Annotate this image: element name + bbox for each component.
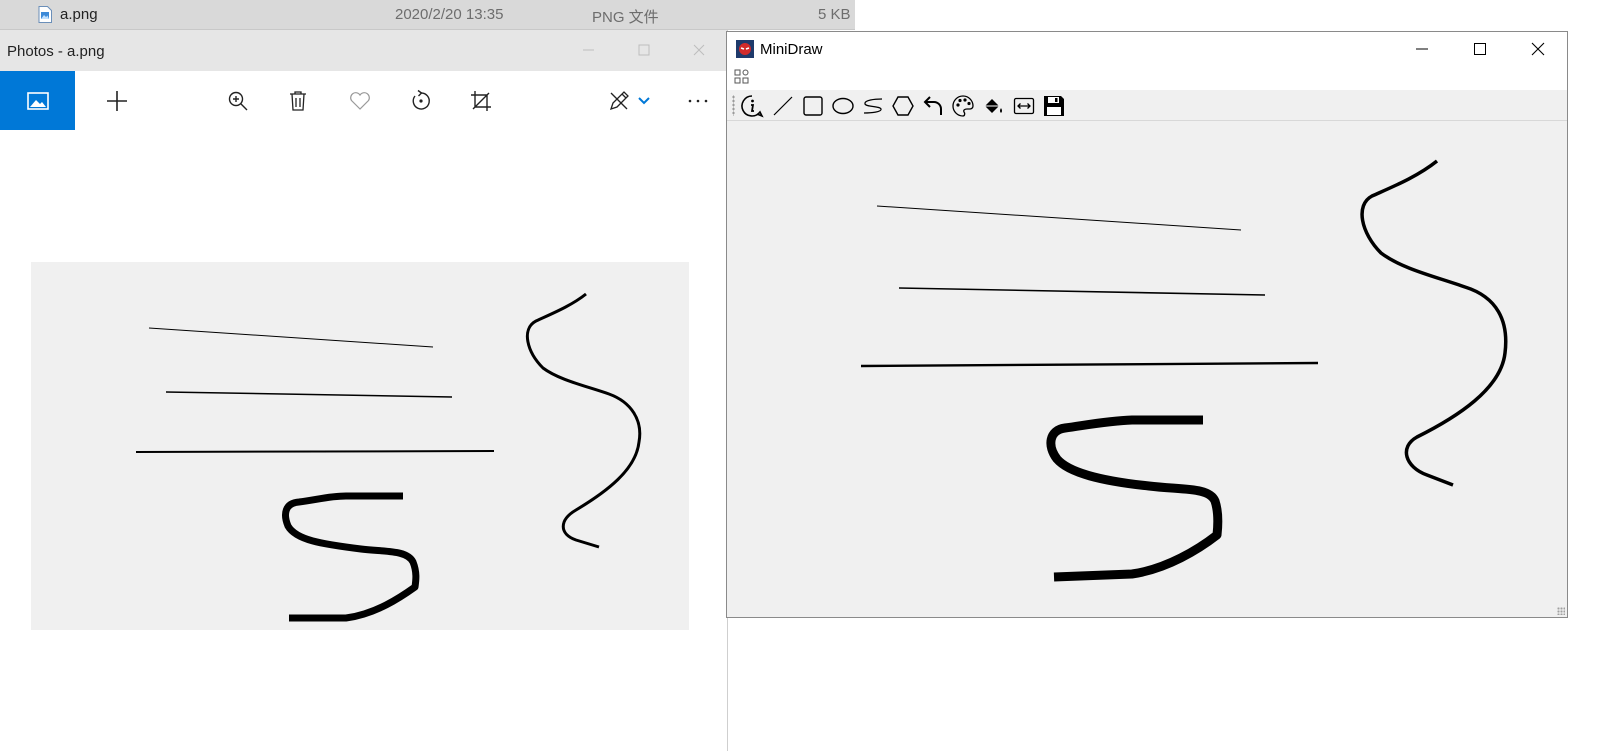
drawn-line-thick bbox=[860, 361, 1319, 368]
photo-image bbox=[31, 262, 689, 630]
color-picker-button[interactable] bbox=[950, 93, 976, 119]
maximize-icon bbox=[638, 44, 650, 56]
polygon-tool-icon bbox=[892, 96, 914, 116]
about-button[interactable] bbox=[739, 93, 765, 119]
delete-button[interactable] bbox=[268, 71, 328, 130]
minidraw-app-icon bbox=[736, 40, 754, 58]
polygon-tool-button[interactable] bbox=[890, 93, 916, 119]
photos-window-title: Photos - a.png bbox=[7, 43, 105, 60]
undo-icon bbox=[923, 96, 942, 115]
drawn-line-thin bbox=[148, 327, 434, 348]
drawn-line-medium bbox=[165, 391, 453, 398]
favorite-button[interactable] bbox=[330, 71, 390, 130]
palette-icon bbox=[952, 95, 974, 117]
undo-button[interactable] bbox=[920, 93, 946, 119]
rotate-icon bbox=[412, 89, 430, 110]
chevron-down-icon bbox=[638, 96, 650, 104]
width-icon bbox=[1013, 97, 1035, 115]
delete-icon bbox=[290, 90, 306, 111]
photos-close-button[interactable] bbox=[685, 38, 713, 62]
edit-create-dropdown[interactable] bbox=[614, 71, 674, 130]
minidraw-menu-bar bbox=[727, 65, 1567, 90]
file-type: PNG 文件 bbox=[592, 9, 659, 26]
line-tool-icon bbox=[773, 96, 793, 116]
menu-grid-icon[interactable] bbox=[734, 69, 750, 85]
ellipse-tool-button[interactable] bbox=[830, 93, 856, 119]
crop-button[interactable] bbox=[451, 71, 511, 130]
maximize-icon bbox=[1474, 42, 1486, 55]
photos-toolbar bbox=[0, 71, 727, 130]
rectangle-tool-icon bbox=[803, 96, 823, 116]
minidraw-maximize-button[interactable] bbox=[1451, 32, 1509, 65]
ellipse-tool-icon bbox=[832, 97, 854, 115]
photos-minimize-button[interactable] bbox=[574, 38, 602, 62]
crop-icon bbox=[471, 90, 491, 111]
see-all-photos-icon bbox=[26, 91, 49, 110]
toolbar-grip[interactable] bbox=[732, 95, 735, 116]
drawn-freehand-curve bbox=[525, 292, 642, 549]
photos-window: Photos - a.png bbox=[0, 30, 728, 751]
file-size: 5 KB bbox=[818, 6, 851, 23]
canvas-drawing bbox=[860, 159, 1508, 582]
fill-button[interactable] bbox=[980, 93, 1006, 119]
about-info-icon bbox=[741, 95, 764, 118]
drawn-freehand-curve bbox=[1360, 159, 1508, 487]
minidraw-title-bar[interactable]: MiniDraw bbox=[727, 32, 1567, 65]
explorer-file-row[interactable]: a.png 2020/2/20 13:35 PNG 文件 5 KB bbox=[0, 0, 855, 30]
close-icon bbox=[693, 44, 705, 56]
freehand-tool-icon bbox=[863, 98, 883, 114]
freehand-tool-button[interactable] bbox=[860, 93, 886, 119]
minidraw-minimize-button[interactable] bbox=[1393, 32, 1451, 65]
minidraw-window: MiniDraw bbox=[726, 31, 1568, 618]
drawn-line-medium bbox=[898, 287, 1266, 296]
rotate-button[interactable] bbox=[391, 71, 451, 130]
zoom-button[interactable] bbox=[208, 71, 268, 130]
close-icon bbox=[1531, 42, 1545, 55]
more-options-button[interactable] bbox=[668, 71, 728, 130]
photos-title-bar[interactable]: Photos - a.png bbox=[0, 30, 727, 71]
drawn-line-thick bbox=[135, 450, 495, 453]
png-file-icon bbox=[38, 6, 52, 23]
minidraw-close-button[interactable] bbox=[1509, 32, 1567, 65]
minidraw-toolbar bbox=[727, 90, 1567, 121]
add-button[interactable] bbox=[87, 71, 147, 130]
minimize-icon bbox=[583, 49, 594, 51]
favorite-icon bbox=[350, 91, 370, 110]
zoom-icon bbox=[228, 91, 248, 110]
see-all-photos-button[interactable] bbox=[0, 71, 75, 130]
drawn-s-curve bbox=[282, 492, 420, 622]
photo-drawing bbox=[135, 292, 642, 622]
minidraw-window-title: MiniDraw bbox=[760, 41, 823, 58]
fill-bucket-icon bbox=[985, 99, 1002, 113]
save-button[interactable] bbox=[1041, 93, 1067, 119]
photos-maximize-button[interactable] bbox=[630, 38, 658, 62]
line-tool-button[interactable] bbox=[770, 93, 796, 119]
resize-grip[interactable] bbox=[1557, 607, 1565, 615]
save-icon bbox=[1044, 96, 1064, 116]
file-name: a.png bbox=[60, 6, 98, 23]
more-options-icon bbox=[688, 99, 708, 102]
drawn-s-curve bbox=[1046, 415, 1223, 582]
width-button[interactable] bbox=[1011, 93, 1037, 119]
rectangle-tool-button[interactable] bbox=[800, 93, 826, 119]
add-icon bbox=[107, 90, 127, 111]
drawing-canvas[interactable] bbox=[727, 121, 1567, 617]
file-date-modified: 2020/2/20 13:35 bbox=[395, 6, 504, 23]
minimize-icon bbox=[1416, 48, 1428, 49]
drawn-line-thin bbox=[876, 205, 1242, 231]
